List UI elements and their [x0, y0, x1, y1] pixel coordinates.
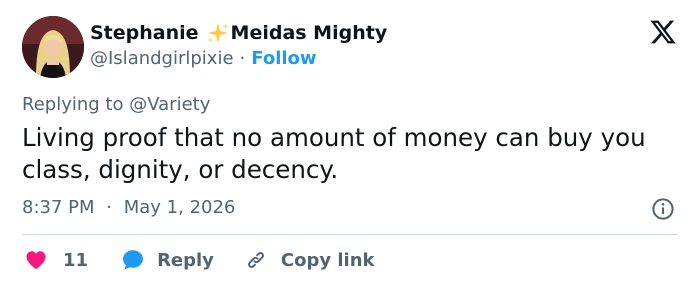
author-name[interactable]: Stephanie Meidas Mighty	[90, 21, 387, 45]
x-logo-icon[interactable]	[648, 18, 678, 46]
timestamp-separator: ·	[106, 197, 112, 218]
author-handle[interactable]: @Islandgirlpixie	[90, 48, 234, 69]
reply-label: Reply	[157, 249, 214, 271]
separator-dot: ·	[239, 48, 246, 69]
tweet-time: 8:37 PM	[22, 197, 95, 218]
avatar-photo	[22, 16, 84, 78]
replying-prefix: Replying to	[22, 94, 124, 115]
author-handle-row: @Islandgirlpixie · Follow	[90, 48, 317, 69]
avatar[interactable]	[22, 16, 84, 78]
tweet-timestamp[interactable]: 8:37 PM · May 1, 2026	[22, 197, 235, 218]
follow-button[interactable]: Follow	[251, 48, 316, 69]
tweet-text: Living proof that no amount of money can…	[22, 123, 646, 184]
divider	[22, 234, 678, 235]
tweet-card: Stephanie Meidas Mighty @Islandgirlpixie…	[0, 0, 700, 287]
sparkles-icon	[207, 23, 229, 43]
info-icon[interactable]	[651, 197, 675, 221]
speech-bubble-icon	[123, 250, 144, 270]
display-name-second: Meidas Mighty	[230, 22, 388, 44]
replying-to: Replying to @Variety	[22, 94, 210, 115]
like-button[interactable]: 11	[24, 248, 88, 272]
reply-button[interactable]: Reply	[120, 247, 214, 273]
link-icon	[247, 252, 264, 268]
like-count: 11	[63, 249, 89, 271]
copy-link-label: Copy link	[280, 249, 375, 271]
copy-link-button[interactable]: Copy link	[244, 248, 375, 272]
tweet-date: May 1, 2026	[123, 197, 236, 218]
display-name-first: Stephanie	[90, 22, 199, 44]
heart-icon	[26, 251, 46, 269]
action-bar: 11 Reply Copy link	[24, 247, 375, 273]
replying-to-handle[interactable]: @Variety	[129, 94, 210, 115]
